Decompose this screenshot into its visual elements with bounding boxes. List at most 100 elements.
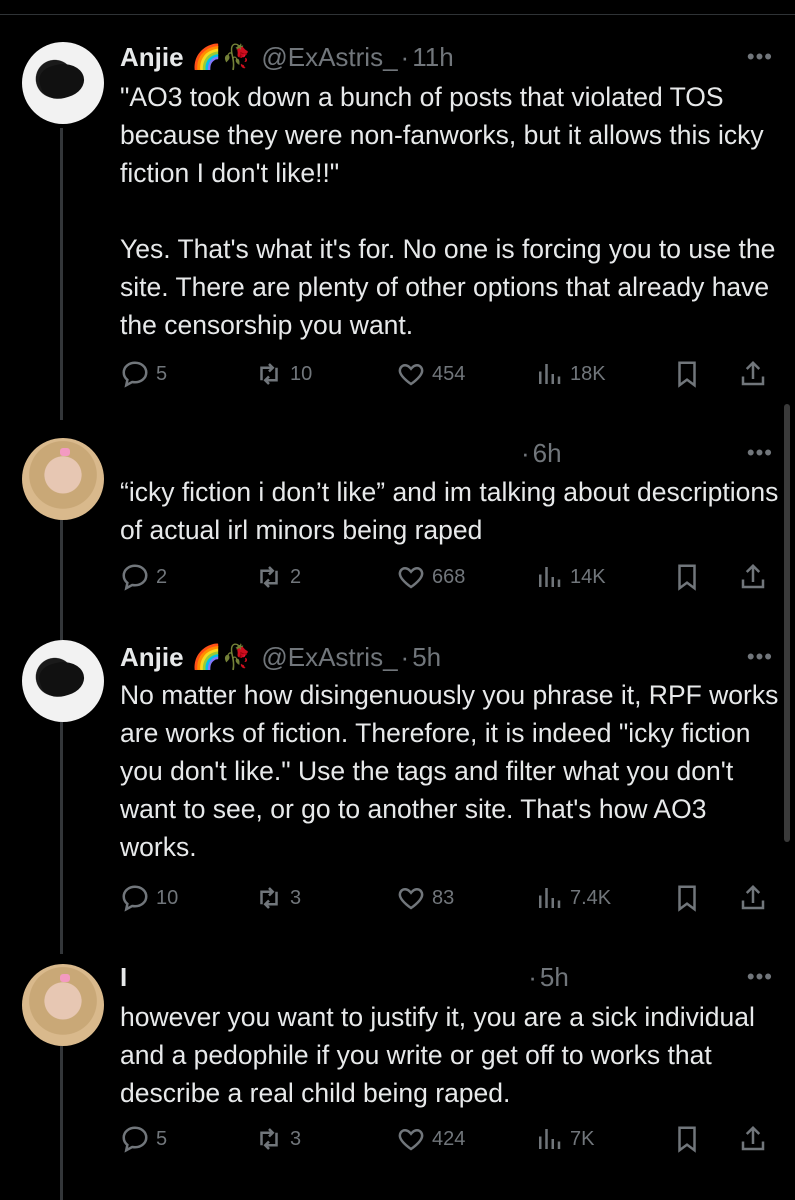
retweet-button[interactable]: 2: [254, 562, 301, 592]
bookmark-button[interactable]: [672, 883, 708, 913]
share-button[interactable]: [738, 883, 774, 913]
like-count: 83: [432, 886, 455, 909]
author-handle[interactable]: @ExAstris_: [261, 642, 397, 673]
views-button[interactable]: 7.4K: [534, 883, 611, 913]
like-button[interactable]: 424: [396, 1124, 465, 1154]
reply-button[interactable]: 5: [120, 359, 167, 389]
view-count: 7.4K: [570, 886, 612, 909]
view-count: 18K: [570, 362, 606, 385]
bookmark-button[interactable]: [672, 359, 708, 389]
redacted-author-area: [135, 962, 526, 992]
like-icon: [398, 1128, 424, 1151]
tweet[interactable]: · 6h ••• “icky fiction i don’t like” and…: [0, 420, 795, 640]
retweet-icon: [260, 566, 278, 588]
retweet-count: 2: [290, 565, 302, 588]
bookmark-icon: [678, 361, 696, 388]
view-count: 14K: [570, 565, 606, 588]
author-handle[interactable]: @ExAstris_: [261, 42, 397, 73]
tweet-text: "AO3 took down a bunch of posts that vio…: [120, 82, 776, 340]
retweet-button[interactable]: 3: [254, 883, 301, 913]
scrollbar[interactable]: [784, 404, 790, 842]
tweet-text: No matter how disingenuously you phrase …: [120, 680, 786, 862]
tweet-timestamp[interactable]: 5h: [412, 642, 441, 673]
retweet-icon: [260, 363, 278, 385]
share-icon: [741, 884, 765, 910]
separator-dot: ·: [400, 641, 410, 672]
tweet-actions: 5 3 424 7K: [120, 1124, 780, 1158]
more-options-button[interactable]: •••: [747, 964, 773, 990]
view-count: 7K: [570, 1127, 595, 1150]
like-button[interactable]: 83: [396, 883, 454, 913]
views-icon: [539, 567, 561, 587]
avatar[interactable]: [22, 42, 104, 124]
share-icon: [741, 360, 765, 386]
like-icon: [398, 363, 424, 386]
reply-button[interactable]: 5: [120, 1124, 167, 1154]
tweet-timestamp[interactable]: 6h: [533, 438, 562, 469]
bookmark-icon: [678, 1126, 696, 1153]
views-icon: [539, 888, 561, 908]
avatar[interactable]: [22, 438, 104, 520]
separator-dot: ·: [528, 961, 537, 992]
reply-icon: [122, 361, 148, 388]
retweet-count: 10: [290, 362, 313, 385]
views-icon: [539, 1129, 561, 1149]
like-button[interactable]: 668: [396, 562, 465, 592]
views-button[interactable]: 14K: [534, 562, 606, 592]
reply-icon: [122, 1126, 148, 1153]
views-icon: [539, 364, 561, 384]
profile-emoji-badges: 🌈🥀: [191, 43, 252, 71]
reply-count: 10: [156, 886, 179, 909]
retweet-count: 3: [290, 886, 302, 909]
views-button[interactable]: 18K: [534, 359, 606, 389]
like-count: 454: [432, 362, 466, 385]
tweet[interactable]: Anjie 🌈🥀 @ExAstris_ · 11h ••• "AO3 took …: [0, 0, 795, 420]
retweet-count: 3: [290, 1127, 302, 1150]
reply-icon: [122, 564, 148, 591]
separator-dot: ·: [521, 437, 530, 468]
bookmark-button[interactable]: [672, 562, 708, 592]
like-count: 668: [432, 565, 466, 588]
like-icon: [398, 566, 424, 589]
more-options-button[interactable]: •••: [747, 44, 773, 70]
bookmark-icon: [678, 885, 696, 912]
reply-count: 5: [156, 362, 168, 385]
separator-dot: ·: [400, 41, 410, 72]
tweet-text: however you want to justify it, you are …: [120, 1002, 763, 1108]
share-button[interactable]: [738, 562, 774, 592]
views-button[interactable]: 7K: [534, 1124, 594, 1154]
like-button[interactable]: 454: [396, 359, 465, 389]
retweet-icon: [260, 887, 278, 909]
share-button[interactable]: [738, 1124, 774, 1154]
tweet-actions: 5 10 454 18K: [120, 359, 780, 393]
avatar[interactable]: [22, 964, 104, 1046]
redacted-author-area: [128, 438, 518, 468]
tweet-text: “icky fiction i don’t like” and im talki…: [120, 477, 786, 545]
retweet-button[interactable]: 3: [254, 1124, 301, 1154]
like-icon: [398, 887, 424, 910]
author-name[interactable]: Anjie: [120, 642, 184, 673]
avatar[interactable]: [22, 640, 104, 722]
share-icon: [741, 1125, 765, 1151]
reply-button[interactable]: 10: [120, 883, 178, 913]
tweet-actions: 10 3 83 7.4K: [120, 883, 780, 917]
more-options-button[interactable]: •••: [747, 644, 773, 670]
tweet[interactable]: I · 5h ••• however you want to justify i…: [0, 950, 795, 1200]
tweet[interactable]: Anjie 🌈🥀 @ExAstris_ · 5h ••• No matter h…: [0, 640, 795, 950]
like-count: 424: [432, 1127, 466, 1150]
retweet-button[interactable]: 10: [254, 359, 312, 389]
tweet-timestamp[interactable]: 11h: [412, 42, 453, 73]
reply-count: 2: [156, 565, 168, 588]
tweet-timestamp[interactable]: 5h: [540, 962, 569, 993]
bookmark-icon: [678, 564, 696, 591]
reply-count: 5: [156, 1127, 168, 1150]
author-name[interactable]: I: [120, 962, 127, 993]
more-options-button[interactable]: •••: [747, 440, 773, 466]
author-name[interactable]: Anjie: [120, 42, 184, 73]
retweet-icon: [260, 1128, 278, 1150]
tweet-actions: 2 2 668 14K: [120, 562, 780, 596]
reply-button[interactable]: 2: [120, 562, 167, 592]
share-button[interactable]: [738, 359, 774, 389]
bookmark-button[interactable]: [672, 1124, 708, 1154]
share-icon: [741, 563, 765, 589]
